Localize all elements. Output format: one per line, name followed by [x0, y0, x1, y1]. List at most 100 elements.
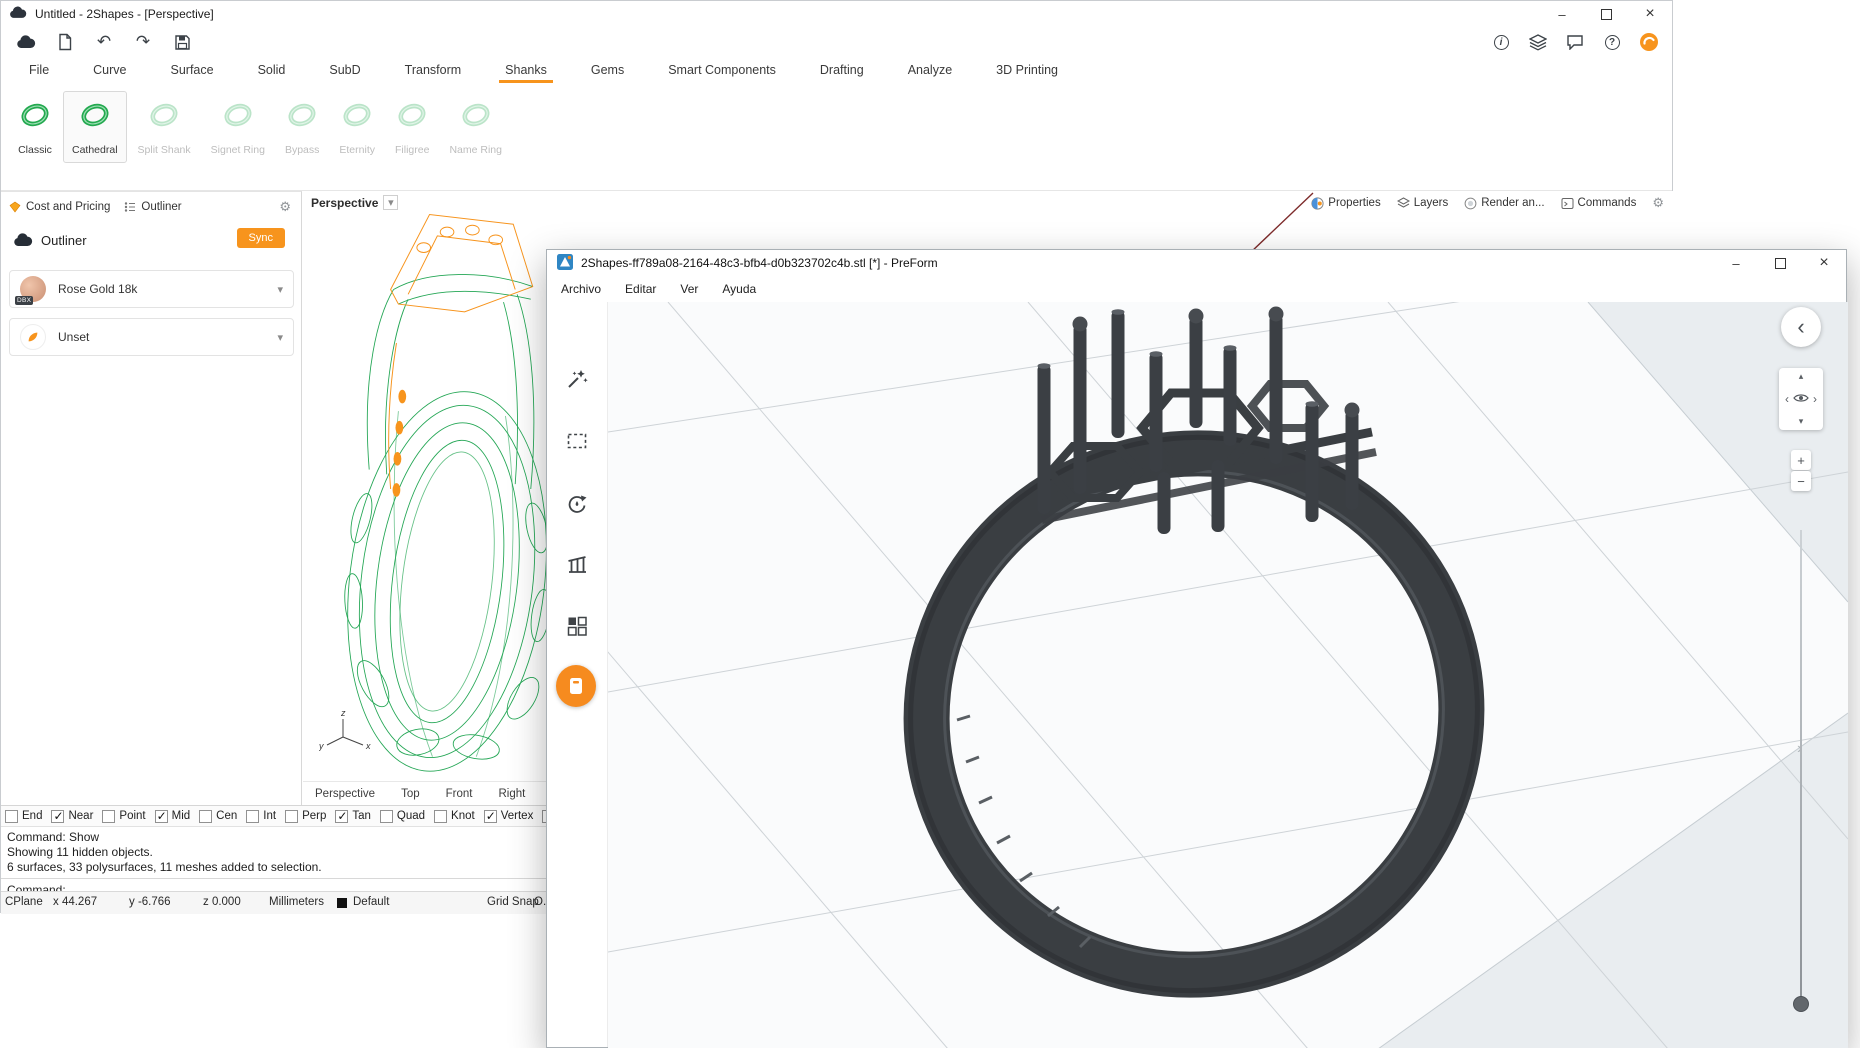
menu-tab-file[interactable]: File	[27, 59, 51, 81]
help-icon[interactable]: ?	[1601, 31, 1623, 53]
menu-tab-analyze[interactable]: Analyze	[906, 59, 954, 81]
checkbox[interactable]	[102, 810, 115, 823]
chevron-down-icon[interactable]	[277, 282, 283, 296]
status-layer[interactable]: Default	[353, 896, 389, 908]
one-click-print-button[interactable]	[557, 359, 597, 399]
collapse-panel-button[interactable]	[1781, 307, 1821, 347]
osnap-near[interactable]: Near	[51, 810, 93, 823]
osnap-end[interactable]: End	[5, 810, 42, 823]
tab-cost-and-pricing[interactable]: Cost and Pricing	[9, 201, 110, 213]
status-units[interactable]: Millimeters	[269, 896, 324, 908]
panel-tab-commands[interactable]: Commands	[1561, 197, 1637, 210]
menu-tab-curve[interactable]: Curve	[91, 59, 128, 81]
export-document-icon[interactable]	[54, 31, 76, 53]
menu-tab-drafting[interactable]: Drafting	[818, 59, 866, 81]
info-icon[interactable]: i	[1490, 31, 1512, 53]
osnap-quad[interactable]: Quad	[380, 810, 425, 823]
osnap-mid[interactable]: Mid	[155, 810, 191, 823]
save-icon[interactable]	[171, 31, 193, 53]
checkbox[interactable]	[484, 810, 497, 823]
supports-tool-button[interactable]	[557, 545, 597, 585]
checkbox[interactable]	[246, 810, 259, 823]
menu-tab-gems[interactable]: Gems	[589, 59, 626, 81]
account-button[interactable]	[557, 1042, 597, 1048]
panel-tab-properties[interactable]: Properties	[1311, 197, 1380, 210]
checkbox[interactable]	[335, 810, 348, 823]
ribbon-item-signet-ring[interactable]: Signet Ring	[202, 91, 274, 163]
undo-icon[interactable]	[93, 31, 115, 53]
tab-outliner[interactable]: Outliner	[124, 201, 181, 213]
checkbox[interactable]	[199, 810, 212, 823]
checkbox[interactable]	[380, 810, 393, 823]
material-row-rose-gold[interactable]: DBX Rose Gold 18k	[9, 270, 294, 308]
close-button[interactable]	[1628, 1, 1672, 27]
ribbon-item-split-shank[interactable]: Split Shank	[129, 91, 200, 163]
menu-tab-subd[interactable]: SubD	[327, 59, 362, 81]
viewport-tab-front[interactable]: Front	[446, 788, 473, 800]
zoom-out-button[interactable]	[1791, 471, 1811, 491]
wireframe-ring-model[interactable]	[337, 197, 562, 781]
checkbox[interactable]	[285, 810, 298, 823]
menu-tab-transform[interactable]: Transform	[403, 59, 464, 81]
menu-tab-surface[interactable]: Surface	[169, 59, 216, 81]
sync-button[interactable]: Sync	[237, 228, 285, 248]
viewport-tab-perspective[interactable]: Perspective	[315, 788, 375, 800]
menu-tab-solid[interactable]: Solid	[256, 59, 288, 81]
2shapes-logo-icon[interactable]	[1638, 31, 1660, 53]
layer-slider[interactable]	[1800, 530, 1802, 1002]
status-cplane[interactable]: CPlane	[5, 896, 43, 908]
menu-tab-smart-components[interactable]: Smart Components	[666, 59, 778, 81]
view-right-button[interactable]	[1813, 392, 1817, 406]
ribbon-item-filigree[interactable]: Filigree	[386, 91, 438, 163]
ribbon-item-bypass[interactable]: Bypass	[276, 91, 328, 163]
maximize-button[interactable]	[1584, 1, 1628, 27]
checkbox[interactable]	[5, 810, 18, 823]
view-up-button[interactable]	[1799, 371, 1804, 382]
redo-icon[interactable]	[132, 31, 154, 53]
ribbon-item-classic[interactable]: Classic	[9, 91, 61, 163]
osnap-point[interactable]: Point	[102, 810, 145, 823]
panels-gear-icon[interactable]	[1652, 195, 1664, 211]
chevron-down-icon[interactable]	[277, 330, 283, 344]
chat-icon[interactable]	[1564, 31, 1586, 53]
close-button[interactable]	[1802, 250, 1846, 276]
checkbox[interactable]	[434, 810, 447, 823]
maximize-button[interactable]	[1758, 250, 1802, 276]
build-platform-canvas[interactable]	[608, 302, 1848, 1048]
ribbon-item-eternity[interactable]: Eternity	[330, 91, 384, 163]
layers-stack-icon[interactable]	[1527, 31, 1549, 53]
layer-slider-handle[interactable]	[1793, 996, 1809, 1012]
material-row-unset[interactable]: Unset	[9, 318, 294, 356]
panel-tab-render[interactable]: Render an...	[1464, 197, 1544, 210]
view-down-button[interactable]	[1799, 416, 1804, 427]
viewport-tab-right[interactable]: Right	[498, 788, 525, 800]
status-grid-snap[interactable]: Grid Snap	[487, 896, 539, 908]
checkbox[interactable]	[155, 810, 168, 823]
cloud-sync-icon[interactable]	[15, 31, 37, 53]
menu-tab-3d-printing[interactable]: 3D Printing	[994, 59, 1060, 81]
print-button[interactable]	[556, 666, 596, 706]
zoom-in-button[interactable]	[1791, 450, 1811, 470]
menu-tab-shanks[interactable]: Shanks	[503, 59, 549, 81]
menu-ver[interactable]: Ver	[680, 282, 698, 296]
osnap-vertex[interactable]: Vertex	[484, 810, 534, 823]
orientation-tool-button[interactable]	[557, 484, 597, 524]
menu-editar[interactable]: Editar	[625, 282, 656, 296]
viewport-tab-top[interactable]: Top	[401, 788, 420, 800]
osnap-tan[interactable]: Tan	[335, 810, 371, 823]
minimize-button[interactable]	[1714, 250, 1758, 276]
panel-gear-icon[interactable]	[279, 199, 291, 215]
menu-ayuda[interactable]: Ayuda	[722, 282, 756, 296]
checkbox[interactable]	[51, 810, 64, 823]
panel-tab-layers[interactable]: Layers	[1397, 197, 1449, 209]
ribbon-item-name-ring[interactable]: Name Ring	[440, 91, 511, 163]
osnap-int[interactable]: Int	[246, 810, 276, 823]
osnap-perp[interactable]: Perp	[285, 810, 326, 823]
osnap-knot[interactable]: Knot	[434, 810, 475, 823]
view-left-button[interactable]	[1785, 392, 1789, 406]
size-tool-button[interactable]	[557, 421, 597, 461]
minimize-button[interactable]	[1540, 1, 1584, 27]
osnap-cen[interactable]: Cen	[199, 810, 237, 823]
view-reset-eye-button[interactable]	[1793, 392, 1809, 406]
menu-archivo[interactable]: Archivo	[561, 282, 601, 296]
